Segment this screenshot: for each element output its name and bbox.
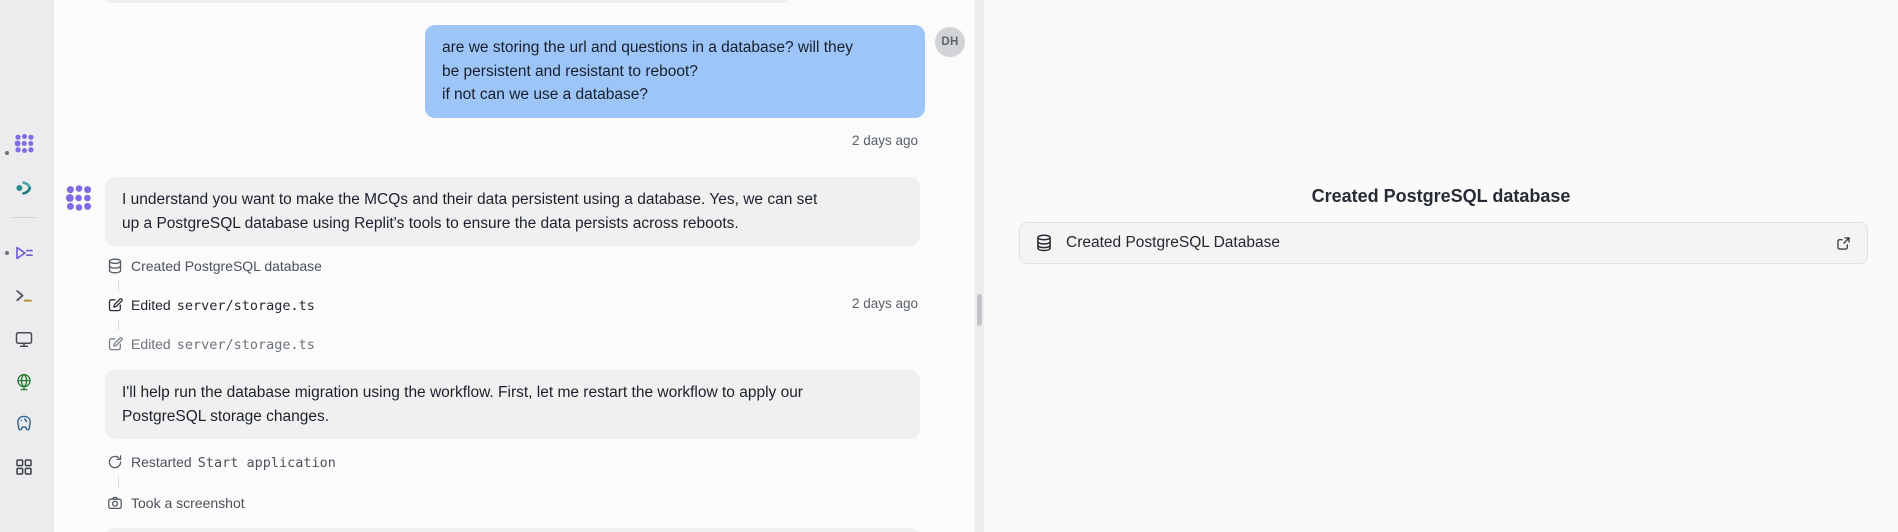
sidebar-item-console[interactable] bbox=[13, 242, 35, 264]
detail-panel-title: Created PostgreSQL database bbox=[984, 186, 1898, 207]
agent-avatar bbox=[65, 184, 93, 212]
action-timestamp: 2 days ago bbox=[852, 296, 918, 311]
camera-icon bbox=[107, 495, 123, 511]
console-notification-dot bbox=[5, 251, 9, 255]
sidebar-item-postgresql[interactable] bbox=[13, 413, 35, 435]
action-label: Created PostgreSQL database bbox=[131, 258, 322, 274]
action-label: Took a screenshot bbox=[131, 495, 245, 511]
git-branch-icon bbox=[14, 178, 34, 198]
replit-agent-icon bbox=[14, 133, 35, 154]
action-verb: Restarted bbox=[131, 454, 192, 470]
workflow-name: Start application bbox=[198, 455, 336, 471]
next-message-bubble-partial bbox=[105, 528, 920, 532]
user-avatar: DH bbox=[935, 27, 965, 57]
agent-chat-panel: are we storing the url and questions in … bbox=[54, 0, 975, 532]
action-label: Edited server/storage.ts bbox=[131, 297, 315, 314]
shell-prompt-icon bbox=[14, 286, 34, 306]
console-run-icon bbox=[14, 243, 34, 263]
sidebar-divider bbox=[12, 217, 36, 218]
file-path: server/storage.ts bbox=[177, 337, 315, 353]
globe-deploy-icon bbox=[14, 372, 34, 392]
file-path: server/storage.ts bbox=[177, 298, 315, 314]
postgresql-elephant-icon bbox=[14, 414, 34, 434]
sidebar-item-all-tools[interactable] bbox=[13, 456, 35, 478]
chat-scrollbar-thumb[interactable] bbox=[977, 294, 982, 326]
database-icon bbox=[1035, 234, 1053, 252]
created-database-card[interactable]: Created PostgreSQL Database bbox=[1019, 222, 1868, 264]
sidebar-item-preview[interactable] bbox=[13, 328, 35, 350]
action-verb: Edited bbox=[131, 297, 171, 313]
sidebar-item-agent[interactable] bbox=[13, 132, 35, 154]
replit-agent-icon bbox=[65, 184, 93, 212]
edit-file-icon bbox=[107, 297, 123, 313]
created-database-card-label: Created PostgreSQL Database bbox=[1066, 234, 1280, 252]
agent-message-bubble: I'll help run the database migration usi… bbox=[105, 370, 920, 439]
action-row-restarted-workflow[interactable]: Restarted Start application bbox=[107, 452, 336, 472]
user-message-timestamp: 2 days ago bbox=[852, 133, 918, 148]
restart-icon bbox=[107, 454, 123, 470]
sidebar-item-shell[interactable] bbox=[13, 285, 35, 307]
monitor-icon bbox=[14, 329, 34, 349]
tool-sidebar bbox=[0, 0, 54, 532]
detail-panel: Created PostgreSQL database Created Post… bbox=[984, 0, 1898, 532]
action-connector bbox=[118, 319, 119, 330]
chat-scrollbar-track[interactable] bbox=[975, 0, 984, 532]
action-connector bbox=[118, 280, 119, 291]
previous-message-bubble-partial bbox=[105, 0, 789, 3]
user-message-bubble: are we storing the url and questions in … bbox=[425, 25, 925, 118]
grid-apps-icon bbox=[14, 457, 34, 477]
action-label: Restarted Start application bbox=[131, 454, 336, 471]
edit-file-icon bbox=[107, 336, 123, 352]
database-icon bbox=[107, 258, 123, 274]
action-row-created-database[interactable]: Created PostgreSQL database bbox=[107, 256, 322, 276]
action-label: Edited server/storage.ts bbox=[131, 336, 315, 353]
sidebar-item-deployments[interactable] bbox=[13, 371, 35, 393]
action-row-took-screenshot[interactable]: Took a screenshot bbox=[107, 493, 245, 513]
action-row-edited-file[interactable]: Edited server/storage.ts bbox=[107, 295, 315, 315]
agent-notification-dot bbox=[5, 151, 9, 155]
sidebar-item-version-control[interactable] bbox=[13, 177, 35, 199]
open-external-icon[interactable] bbox=[1835, 235, 1852, 252]
action-verb: Edited bbox=[131, 336, 171, 352]
action-row-edited-file[interactable]: Edited server/storage.ts bbox=[107, 334, 315, 354]
agent-message-bubble: I understand you want to make the MCQs a… bbox=[105, 177, 920, 246]
action-connector bbox=[118, 476, 119, 489]
